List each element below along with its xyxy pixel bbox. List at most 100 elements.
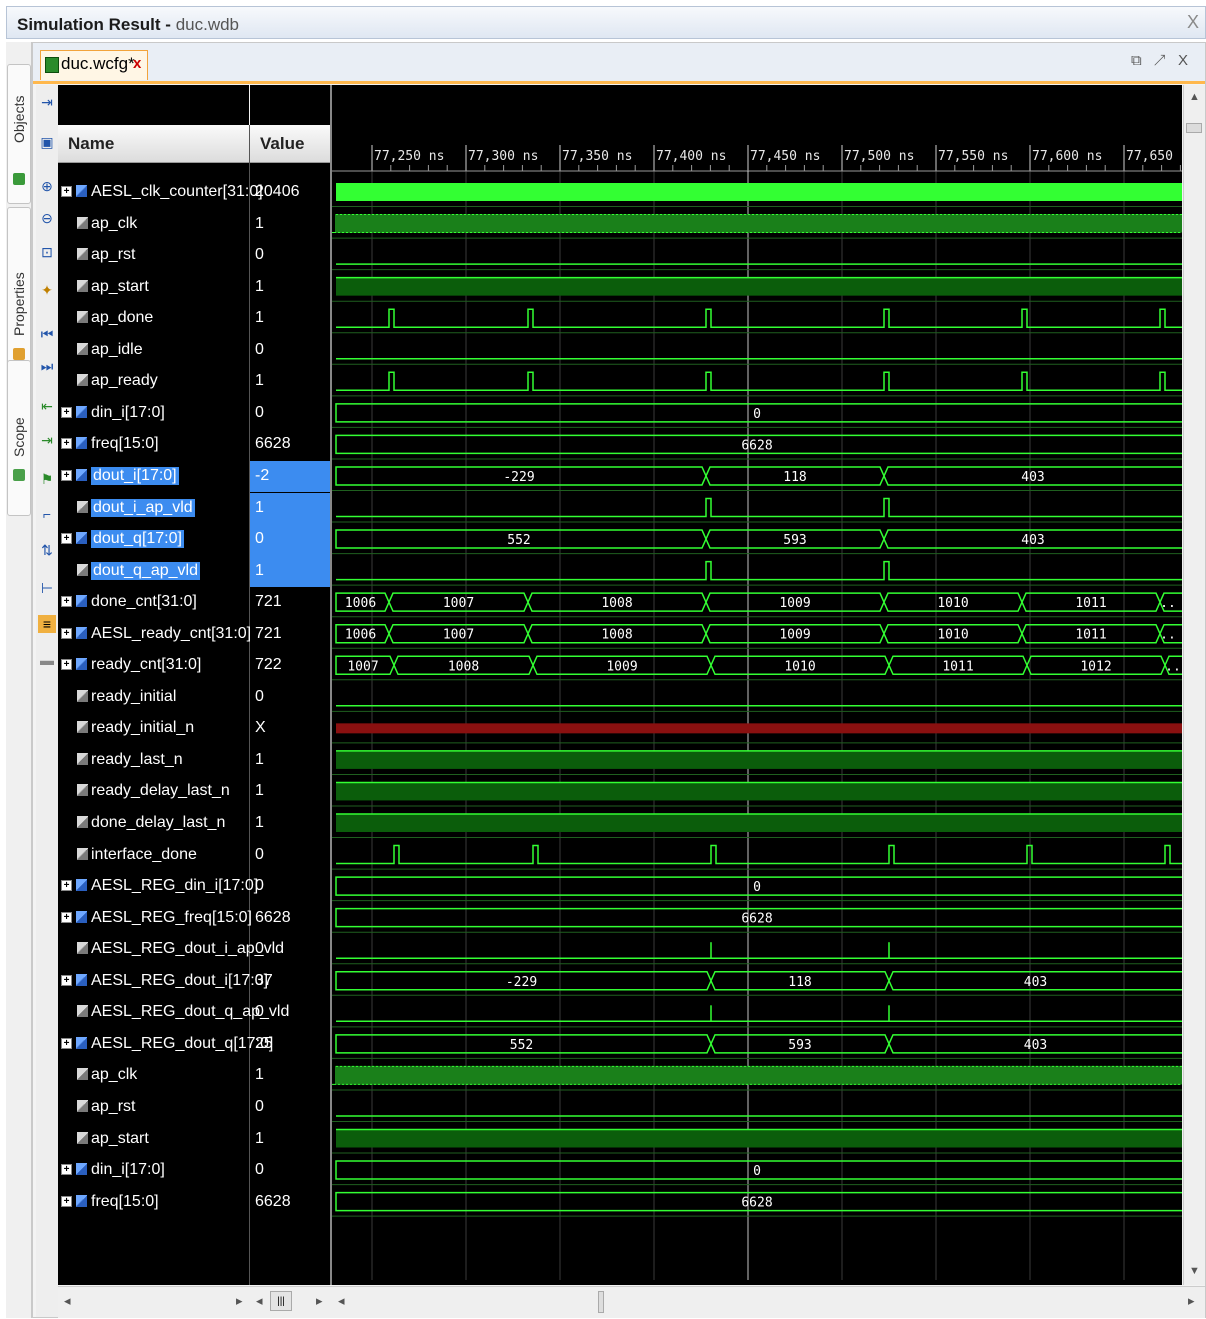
go-to-end-icon[interactable]: ⏭ <box>38 357 56 375</box>
panel-window-controls[interactable]: ⧉ ↗ X <box>1131 52 1192 69</box>
signal-row[interactable]: + AESL_REG_dout_i[17:0] 37 <box>58 966 330 998</box>
column-header-value[interactable]: Value <box>250 125 330 163</box>
value-scroll-right-icon[interactable]: ▸ <box>316 1293 323 1309</box>
expand-toggle-icon[interactable]: + <box>61 1037 72 1049</box>
signal-row[interactable]: + dout_q[17:0] 0 <box>58 524 330 556</box>
signal-name: freq[15:0] <box>91 435 159 453</box>
highlight-icon[interactable]: ≡ <box>38 615 56 633</box>
vertical-scrollbar[interactable]: ▲ ▼ <box>1183 85 1205 1285</box>
value-scroll-left-icon[interactable]: ◂ <box>256 1293 263 1309</box>
signal-row[interactable]: ready_last_n 1 <box>58 745 330 777</box>
signal-row[interactable]: + AESL_REG_freq[15:0] 6628 <box>58 903 330 935</box>
signal-row[interactable]: ap_ready 1 <box>58 366 330 398</box>
add-marker-icon[interactable]: ⚑ <box>38 470 56 488</box>
value-scroll-thumb[interactable]: ||| <box>270 1291 292 1311</box>
expand-toggle-icon[interactable]: + <box>61 1164 72 1176</box>
tab-row <box>33 43 1205 84</box>
close-window-button[interactable]: X <box>1187 12 1199 33</box>
name-scroll-left-icon[interactable]: ◂ <box>64 1293 71 1309</box>
column-header-name[interactable]: Name <box>58 125 249 163</box>
expand-toggle-icon[interactable]: + <box>61 596 72 608</box>
divider-icon[interactable]: ▬ <box>38 651 56 669</box>
signal-row[interactable]: + AESL_ready_cnt[31:0] 721 <box>58 619 330 651</box>
tab-objects[interactable]: Objects <box>7 64 31 204</box>
signal-row[interactable]: done_delay_last_n 1 <box>58 808 330 840</box>
signal-row[interactable]: + din_i[17:0] 0 <box>58 1155 330 1187</box>
goto-cursor-icon[interactable]: ⇥ <box>38 93 56 111</box>
tab-scope[interactable]: Scope <box>7 360 31 516</box>
signal-row[interactable]: AESL_REG_dout_q_ap_vld 0 <box>58 997 330 1029</box>
time-tick-label: 77,550 ns <box>938 149 1008 164</box>
next-transition-icon[interactable]: ⇥ <box>38 431 56 449</box>
wave-scroll-right-icon[interactable]: ▸ <box>1188 1293 1195 1309</box>
expand-toggle-icon[interactable]: + <box>61 880 72 892</box>
marker-icon[interactable]: ✦ <box>38 281 56 299</box>
expand-toggle-icon[interactable]: + <box>61 627 72 639</box>
signal-value: 6628 <box>255 1192 291 1210</box>
wave-scroll-thumb[interactable] <box>598 1291 604 1313</box>
tab-duc-wcfg[interactable]: duc.wcfg* x <box>40 50 148 80</box>
zoom-out-icon[interactable]: ⊖ <box>38 209 56 227</box>
close-tab-button[interactable]: x <box>133 55 141 72</box>
signal-row[interactable]: ap_start 1 <box>58 272 330 304</box>
signal-name: AESL_REG_din_i[17:0] <box>91 877 259 895</box>
scroll-up-icon[interactable]: ▲ <box>1189 91 1200 103</box>
signal-name: interface_done <box>91 845 197 863</box>
save-icon[interactable]: ▣ <box>38 133 56 151</box>
signal-row[interactable]: interface_done 0 <box>58 840 330 872</box>
signal-row[interactable]: + AESL_REG_din_i[17:0] 0 <box>58 871 330 903</box>
expand-toggle-icon[interactable]: + <box>61 659 72 671</box>
signal-name: din_i[17:0] <box>91 403 165 421</box>
signal-row[interactable]: dout_i_ap_vld 1 <box>58 492 330 524</box>
signal-row[interactable]: + done_cnt[31:0] 721 <box>58 587 330 619</box>
signal-row[interactable]: ap_done 1 <box>58 303 330 335</box>
wave-scroll-left-icon[interactable]: ◂ <box>338 1293 345 1309</box>
signal-row[interactable]: + dout_i[17:0] -2 <box>58 460 330 493</box>
bit-signal-icon <box>77 248 88 261</box>
signal-row[interactable]: ready_initial 0 <box>58 682 330 714</box>
expand-toggle-icon[interactable]: + <box>61 533 72 545</box>
expand-toggle-icon[interactable]: + <box>61 186 72 197</box>
expand-toggle-icon[interactable]: + <box>61 469 72 481</box>
window-subtitle: duc.wdb <box>175 15 240 34</box>
signal-row[interactable]: ap_rst 0 <box>58 1092 330 1124</box>
zoom-fit-icon[interactable]: ⊡ <box>38 243 56 261</box>
signal-row[interactable]: ap_start 1 <box>58 1124 330 1156</box>
bit-signal-icon <box>77 721 88 734</box>
signal-row[interactable]: + ready_cnt[31:0] 722 <box>58 650 330 682</box>
expand-toggle-icon[interactable]: + <box>61 911 72 923</box>
signal-row[interactable]: + din_i[17:0] 0 <box>58 398 330 430</box>
signal-row[interactable]: + AESL_clk_counter[31:0] 20406 <box>58 177 330 209</box>
signal-row[interactable]: + freq[15:0] 6628 <box>58 429 330 461</box>
signal-row[interactable]: ap_rst 0 <box>58 240 330 272</box>
signal-name: AESL_REG_dout_i[17:0] <box>91 971 269 989</box>
pulse-wave <box>336 844 1182 865</box>
expand-toggle-icon[interactable]: + <box>61 406 72 418</box>
signal-row[interactable]: + AESL_REG_dout_q[17:0] 25 <box>58 1029 330 1061</box>
scroll-down-icon[interactable]: ▼ <box>1189 1265 1200 1277</box>
signal-row[interactable]: ready_delay_last_n 1 <box>58 776 330 808</box>
expand-toggle-icon[interactable]: + <box>61 1195 72 1207</box>
vertical-scroll-thumb[interactable] <box>1186 123 1202 133</box>
previous-transition-icon[interactable]: ⇤ <box>38 397 56 415</box>
expand-toggle-icon[interactable]: + <box>61 974 72 986</box>
floating-ruler-icon[interactable]: ⊢ <box>38 579 56 597</box>
signal-row[interactable]: + freq[15:0] 6628 <box>58 1187 330 1219</box>
expand-toggle-icon[interactable]: + <box>61 438 72 450</box>
bus-value-label: 593 <box>788 1038 811 1053</box>
high-level-fill <box>336 277 1182 296</box>
name-scroll-right-icon[interactable]: ▸ <box>236 1293 243 1309</box>
signal-row[interactable]: ap_idle 0 <box>58 335 330 367</box>
signal-row[interactable]: ready_initial_n X <box>58 713 330 745</box>
signal-row[interactable]: dout_q_ap_vld 1 <box>58 555 330 588</box>
go-to-start-icon[interactable]: ⏮ <box>38 325 56 343</box>
snap-icon[interactable]: ⌐ <box>38 505 56 523</box>
signal-row[interactable]: ap_clk 1 <box>58 209 330 241</box>
signal-name: AESL_clk_counter[31:0] <box>91 183 263 200</box>
waveform-canvas[interactable]: 77,250 ns 77,300 ns 77,350 ns 77,400 ns 77,4… <box>332 85 1182 1285</box>
signal-row[interactable]: ap_clk 1 <box>58 1060 330 1092</box>
tab-properties[interactable]: Properties <box>7 207 31 367</box>
signal-row[interactable]: AESL_REG_dout_i_ap_vld 0 <box>58 934 330 966</box>
swap-cursors-icon[interactable]: ⇅ <box>38 541 56 559</box>
zoom-in-icon[interactable]: ⊕ <box>38 177 56 195</box>
